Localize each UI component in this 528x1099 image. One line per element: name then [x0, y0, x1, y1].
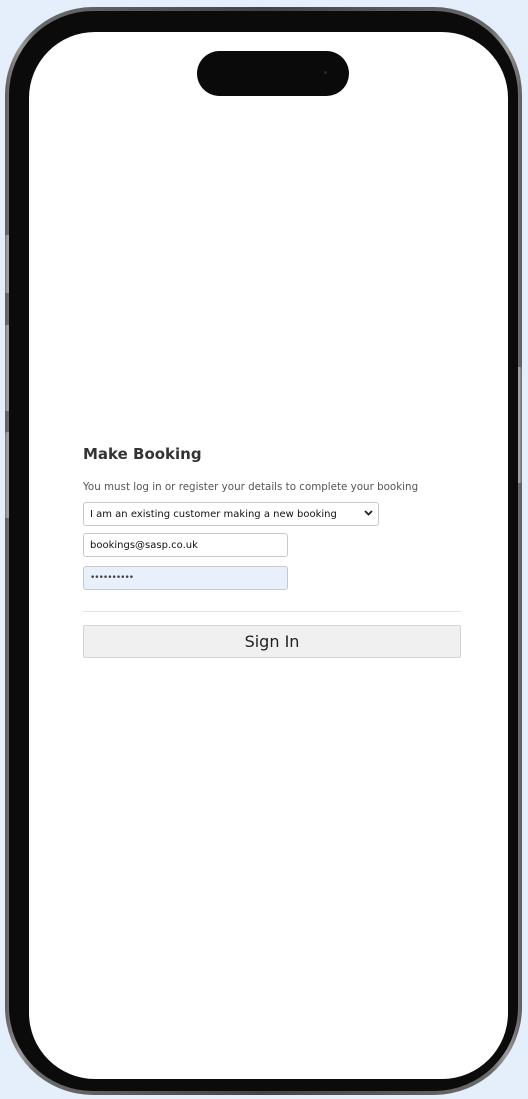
dynamic-island [197, 51, 349, 96]
password-value: •••••••••• [90, 573, 134, 583]
chevron-down-icon [364, 509, 373, 519]
login-instruction: You must log in or register your details… [83, 481, 419, 493]
camera-icon [324, 71, 327, 74]
email-value: bookings@sasp.co.uk [90, 539, 198, 551]
page-title: Make Booking [83, 445, 202, 463]
phone-frame: Make Booking You must log in or register… [5, 7, 522, 1095]
password-field[interactable]: •••••••••• [83, 566, 288, 590]
divider [83, 611, 461, 612]
customer-type-select[interactable]: I am an existing customer making a new b… [83, 502, 379, 526]
sign-in-button[interactable]: Sign In [83, 625, 461, 658]
booking-form: Make Booking You must log in or register… [83, 442, 461, 658]
phone-screen: Make Booking You must log in or register… [29, 32, 508, 1079]
customer-type-selected: I am an existing customer making a new b… [90, 508, 337, 520]
email-field[interactable]: bookings@sasp.co.uk [83, 533, 288, 557]
